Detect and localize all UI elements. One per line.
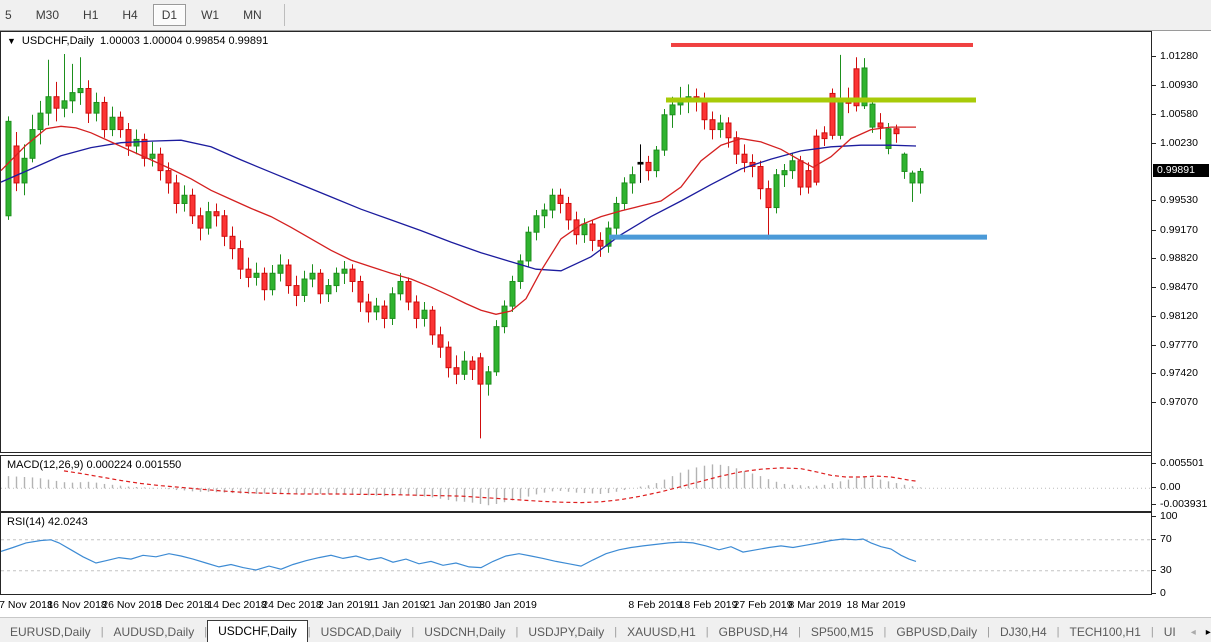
price-axis-label: 0.98470 [1160, 281, 1198, 293]
toolbar-separator [284, 4, 285, 26]
rsi-name: RSI(14) [7, 516, 45, 528]
timeframe-button-mn[interactable]: MN [234, 4, 271, 26]
price-axis-label-tick [1152, 402, 1156, 403]
price-chart-pane[interactable]: ▼ USDCHF,Daily 1.00003 1.00004 0.99854 0… [0, 31, 1151, 453]
chart-tab-bar: EURUSD,Daily|AUDUSD,Daily|USDCHF,Daily|U… [0, 617, 1211, 642]
price-axis-label: 1.00230 [1160, 137, 1198, 149]
candlestick-chart [1, 32, 1150, 452]
date-label: 8 Mar 2019 [788, 599, 841, 611]
price-axis-label: 0.98820 [1160, 252, 1198, 264]
chart-tab-usdcad-daily[interactable]: USDCAD,Daily [311, 622, 412, 642]
price-axis-label: 1.01280 [1160, 50, 1198, 62]
price-axis-label-tick [1152, 200, 1156, 201]
date-label: 30 Jan 2019 [479, 599, 537, 611]
date-label: 8 Feb 2019 [628, 599, 681, 611]
chart-symbol-period: USDCHF,Daily [22, 35, 94, 47]
chart-tab-usdjpy-daily[interactable]: USDJPY,Daily [518, 622, 614, 642]
date-label: 7 Nov 2018 [0, 599, 53, 611]
date-label: 18 Feb 2019 [679, 599, 738, 611]
macd-indicator-pane[interactable]: MACD(12,26,9) 0.000224 0.001550 [0, 455, 1151, 512]
price-axis-label-tick [1152, 316, 1156, 317]
price-axis-label: 0.97420 [1160, 367, 1198, 379]
price-axis-label-tick [1152, 143, 1156, 144]
chart-tab-audusd-daily[interactable]: AUDUSD,Daily [104, 622, 205, 642]
timeframe-button-d1[interactable]: D1 [153, 4, 186, 26]
rsi-axis-label: 100 [1160, 510, 1178, 522]
rsi-axis-label-tick [1152, 593, 1156, 594]
rsi-axis-label: 70 [1160, 533, 1172, 545]
timeframe-toolbar: 5 M30 H1 H4 D1 W1 MN [0, 0, 1211, 31]
rsi-chart [1, 513, 1150, 594]
macd-axis-label-tick [1152, 463, 1156, 464]
chart-tab-xauusd-h1[interactable]: XAUUSD,H1 [617, 622, 706, 642]
trading-terminal: 5 M30 H1 H4 D1 W1 MN ▼ USDCHF,Daily 1.00003 1.… [0, 0, 1211, 642]
chart-tab-gbpusd-h4[interactable]: GBPUSD,H4 [709, 622, 798, 642]
date-label: 5 Dec 2018 [156, 599, 210, 611]
chart-tab-ui[interactable]: UI [1154, 622, 1186, 642]
date-label: 24 Dec 2018 [262, 599, 322, 611]
rsi-axis-label-tick [1152, 539, 1156, 540]
date-label: 21 Jan 2019 [424, 599, 482, 611]
chart-tab-eurusd-daily[interactable]: EURUSD,Daily [0, 622, 101, 642]
price-axis-label-tick [1152, 85, 1156, 86]
price-axis-label: 0.99530 [1160, 194, 1198, 206]
timeframe-button-m30[interactable]: M30 [27, 4, 68, 26]
date-label: 27 Feb 2019 [734, 599, 793, 611]
date-label: 16 Nov 2018 [47, 599, 107, 611]
rsi-axis-label: 30 [1160, 564, 1172, 576]
macd-values: 0.000224 0.001550 [86, 459, 181, 471]
macd-axis-label-tick [1152, 487, 1156, 488]
tab-scroll-left-icon[interactable]: ◂ [1186, 627, 1201, 642]
date-label: 11 Jan 2019 [368, 599, 425, 611]
timeframe-button-h4[interactable]: H4 [113, 4, 146, 26]
timeframe-button-5[interactable]: 5 [0, 4, 21, 26]
chart-tab-sp500-m15[interactable]: SP500,M15 [801, 622, 884, 642]
rsi-label: RSI(14) 42.0243 [7, 516, 88, 528]
rsi-axis-label-tick [1152, 516, 1156, 517]
date-label: 18 Mar 2019 [847, 599, 906, 611]
price-axis-label: 0.98120 [1160, 310, 1198, 322]
price-axis-label-tick [1152, 345, 1156, 346]
macd-name: MACD(12,26,9) [7, 459, 83, 471]
chart-tab-tech100-h1[interactable]: TECH100,H1 [1060, 622, 1151, 642]
chart-tab-usdcnh-daily[interactable]: USDCNH,Daily [414, 622, 515, 642]
macd-label: MACD(12,26,9) 0.000224 0.001550 [7, 459, 181, 471]
date-label: 2 Jan 2019 [318, 599, 370, 611]
date-label: 26 Nov 2018 [102, 599, 162, 611]
rsi-indicator-pane[interactable]: RSI(14) 42.0243 [0, 512, 1151, 595]
price-axis-label-tick [1152, 56, 1156, 57]
tab-scroll-right-icon[interactable]: ▸ [1201, 627, 1211, 642]
chart-tab-usdchf-daily[interactable]: USDCHF,Daily [207, 620, 308, 642]
price-axis-label-tick [1152, 258, 1156, 259]
chart-dropdown-icon[interactable]: ▼ [7, 36, 16, 46]
rsi-axis-label: 0 [1160, 587, 1166, 599]
time-axis[interactable]: 7 Nov 201816 Nov 201826 Nov 20185 Dec 20… [0, 595, 1151, 617]
price-axis-label: 1.00930 [1160, 79, 1198, 91]
chart-ohlc-values: 1.00003 1.00004 0.99854 0.99891 [100, 35, 268, 47]
rsi-axis-label-tick [1152, 570, 1156, 571]
price-axis[interactable]: 1.01280 1.00930 1.00580 1.00230 0.99530 0.991… [1151, 31, 1211, 595]
macd-axis-label: 0.00 [1160, 481, 1180, 493]
macd-axis-label: 0.005501 [1160, 457, 1204, 469]
price-axis-label-tick [1152, 230, 1156, 231]
macd-axis-label-tick [1152, 504, 1156, 505]
price-axis-label-tick [1152, 287, 1156, 288]
chart-title: ▼ USDCHF,Daily 1.00003 1.00004 0.99854 0… [7, 35, 268, 47]
current-price-badge: 0.99891 [1153, 164, 1209, 177]
price-axis-label-tick [1152, 373, 1156, 374]
price-axis-label: 1.00580 [1160, 108, 1198, 120]
chart-tab-gbpusd-daily[interactable]: GBPUSD,Daily [886, 622, 987, 642]
timeframe-button-h1[interactable]: H1 [74, 4, 107, 26]
price-axis-label-tick [1152, 114, 1156, 115]
price-axis-label: 0.99170 [1160, 224, 1198, 236]
chart-tab-dj30-h4[interactable]: DJ30,H4 [990, 622, 1057, 642]
price-axis-label: 0.97070 [1160, 396, 1198, 408]
timeframe-button-w1[interactable]: W1 [192, 4, 228, 26]
date-label: 14 Dec 2018 [207, 599, 267, 611]
rsi-value: 42.0243 [48, 516, 88, 528]
price-axis-label: 0.97770 [1160, 339, 1198, 351]
